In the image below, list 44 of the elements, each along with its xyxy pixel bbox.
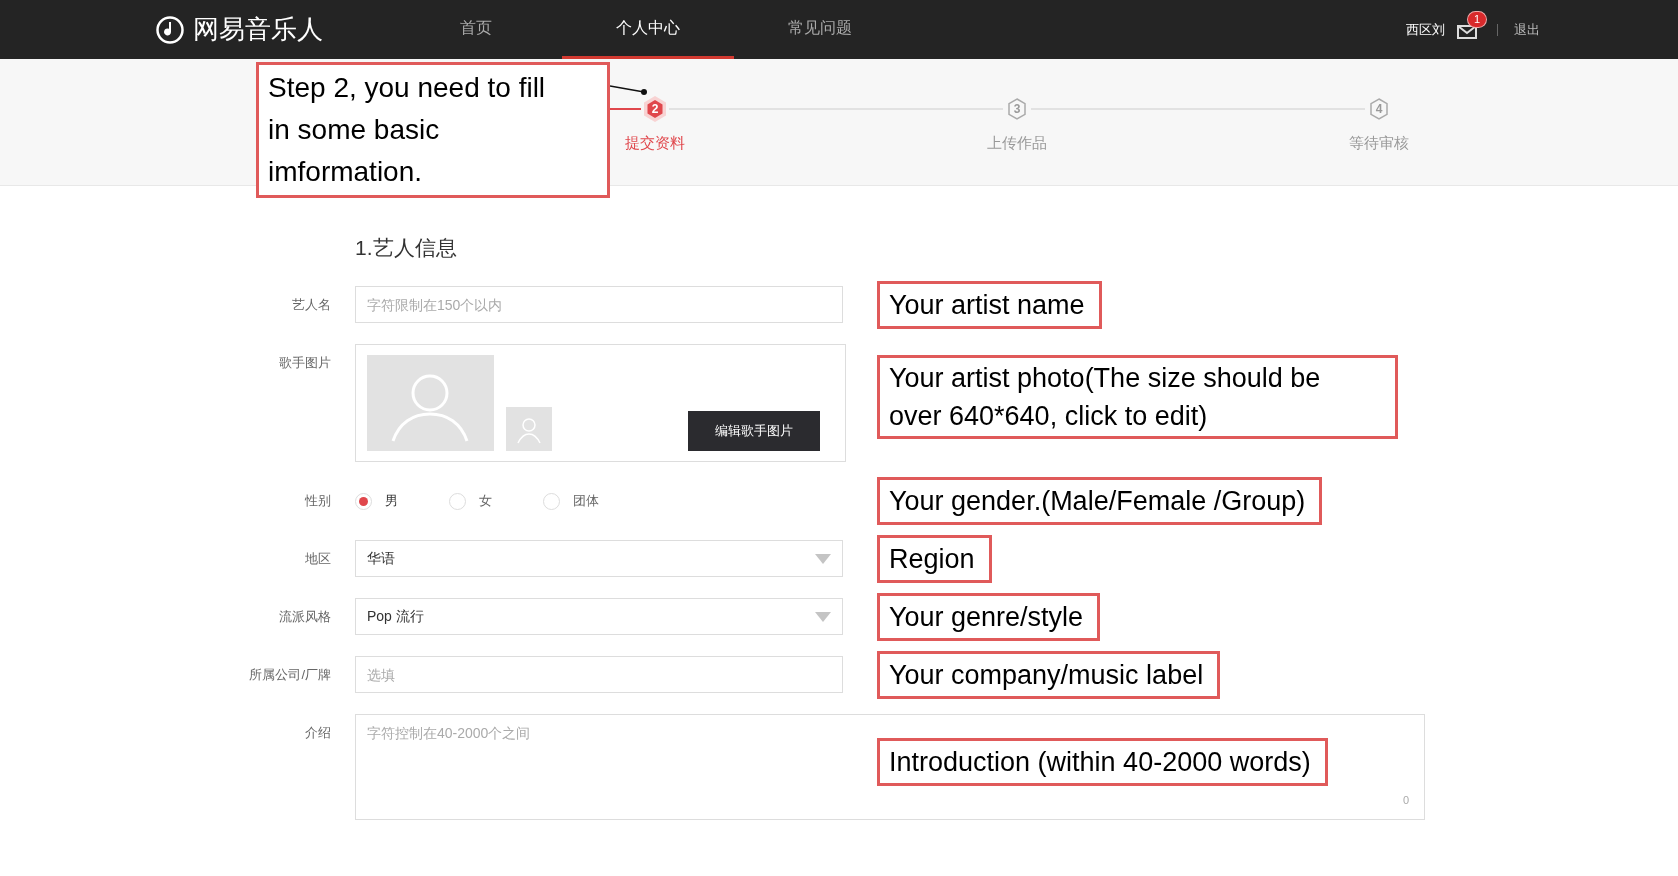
avatar-thumbnail-icon [506,407,552,451]
field-label: 流派风格 [278,608,331,626]
field-label: 地区 [304,550,331,568]
radio-label: 团体 [573,492,599,511]
caret-icon [815,553,831,564]
radio-label: 男 [385,492,398,511]
step-label: 上传作品 [987,133,1047,153]
nav-tab[interactable]: 常见问题 [734,0,906,59]
callout-note: Region [877,534,992,583]
edit-photo-button[interactable]: 编辑歌手图片 [688,411,820,451]
step-label: 等待审核 [1349,133,1409,153]
section-title: 1.艺人信息 [355,235,457,261]
step-label: 提交资料 [625,133,685,153]
step-number: 2 [651,101,659,118]
character-counter: 0 [1403,793,1410,808]
field-label: 介绍 [304,724,331,742]
caret-icon [815,611,831,622]
dropdown[interactable]: 华语 [355,540,843,577]
step-number: 4 [1375,101,1383,118]
field-label: 艺人名 [291,296,331,314]
mail-icon[interactable] [1457,24,1477,39]
text-field[interactable]: 字符限制在150个以内 [355,286,843,323]
callout-note: Your company/music label [877,650,1221,699]
logo-text[interactable]: 网易音乐人 [193,10,323,49]
notification-badge: 1 [1467,10,1488,28]
callout-note: Step 2, you need to fill in some basic imformation. [256,62,610,198]
step-number: 3 [1013,101,1021,118]
callout-note: Your genre/style [877,592,1101,641]
callout-note: Introduction (within 40-2000 words) [877,738,1328,786]
callout-note: Your artist name [877,280,1102,329]
radio-label: 女 [479,492,492,511]
field-label: 性别 [304,492,331,510]
dropdown[interactable]: Pop 流行 [355,598,843,635]
leader-line [610,84,648,96]
callout-note: Your gender.(Male/Female /Group) [877,477,1323,525]
logout-link[interactable]: 退出 [1514,19,1540,40]
field-label: 歌手图片 [278,354,331,372]
avatar-placeholder-icon [367,355,494,451]
music-note-logo-icon [155,14,185,45]
nav-tab[interactable]: 首页 [390,0,562,59]
user-name[interactable]: 西区刘 [1406,19,1445,40]
callout-note: Your artist photo(The size should be over 640*640, click to edit) [877,355,1398,439]
text-field[interactable]: 选填 [355,656,843,693]
field-label: 所属公司/厂牌 [248,666,331,684]
